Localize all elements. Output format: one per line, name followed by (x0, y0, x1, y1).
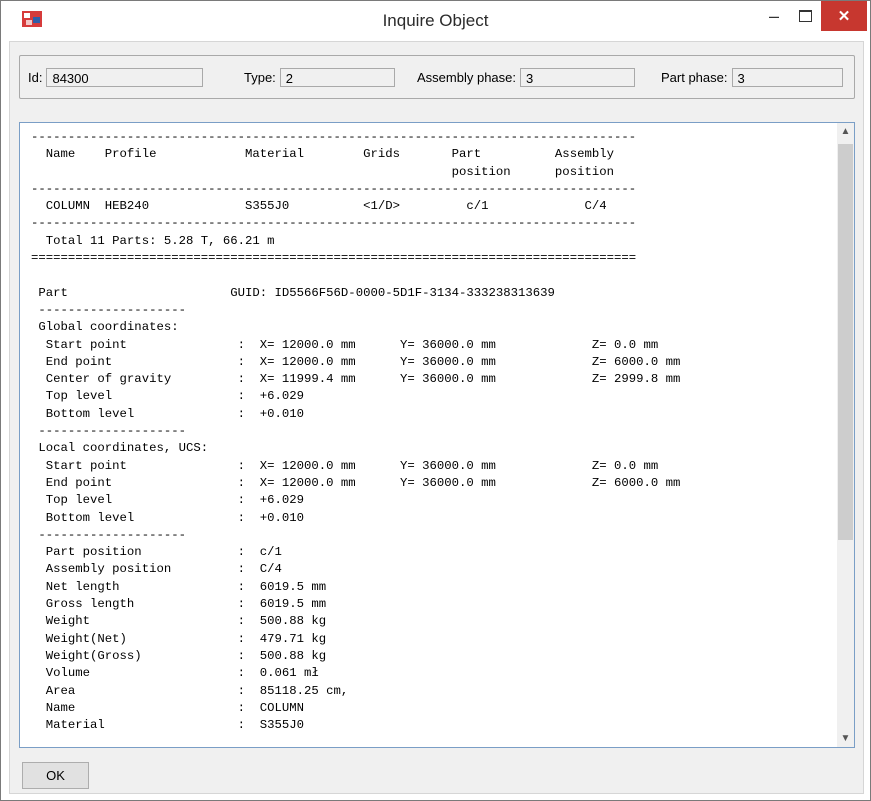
report-line: Part position : c/1 (31, 545, 282, 560)
maximize-icon (798, 10, 812, 22)
object-info-bar: Id: 84300 Type: 2 Assembly phase: 3 Part… (19, 55, 855, 99)
scrollbar-thumb[interactable] (838, 144, 853, 540)
report-line: Weight(Gross) : 500.88 kg (31, 648, 327, 663)
report-line: Volume : 0.061 mł (31, 666, 319, 681)
report-line: -------------------- (31, 302, 186, 317)
report-line: End point : X= 12000.0 mm Y= 36000.0 mm … (31, 354, 681, 369)
report-line: Net length : 6019.5 mm (31, 579, 327, 594)
vertical-scrollbar[interactable]: ▲ ▼ (837, 123, 854, 747)
report-line: Name : COLUMN (31, 700, 305, 715)
ok-button[interactable]: OK (22, 762, 89, 789)
part-phase-group: Part phase: 3 (661, 68, 843, 87)
report-line: Top level : +6.029 (31, 493, 305, 508)
dialog-body: Id: 84300 Type: 2 Assembly phase: 3 Part… (9, 41, 864, 794)
report-line: Top level : +6.029 (31, 389, 305, 404)
type-label: Type: (244, 70, 276, 85)
inquire-object-window: Inquire Object – ✕ Id: 84300 Type: 2 Ass… (0, 0, 871, 801)
report-line: Start point : X= 12000.0 mm Y= 36000.0 m… (31, 458, 659, 473)
close-button[interactable]: ✕ (821, 1, 867, 31)
report-panel[interactable]: -------------------- --------------------… (19, 122, 855, 748)
id-group: Id: 84300 (28, 68, 204, 87)
report-line: Start point : X= 12000.0 mm Y= 36000.0 m… (31, 337, 659, 352)
report-line: ----------------------------------------… (31, 130, 637, 144)
report-line: Name Profile Material Grids Part Assembl… (31, 147, 614, 162)
report-line: ----------------------------------------… (31, 181, 637, 196)
part-phase-field[interactable]: 3 (731, 68, 843, 87)
scroll-up-arrow-icon[interactable]: ▲ (837, 123, 854, 140)
assembly-phase-label: Assembly phase: (417, 70, 516, 85)
report-line: COLUMN HEB240 S355J0 <1/D> c/1 C/4 (31, 199, 607, 214)
scroll-down-arrow-icon[interactable]: ▼ (837, 730, 854, 747)
report-line: ========================================… (31, 251, 637, 266)
report-line: Global coordinates: (31, 320, 179, 335)
type-group: Type: 2 (244, 68, 395, 87)
report-line: ----------------------------------------… (31, 216, 637, 231)
report-line: Local coordinates, UCS: (31, 441, 209, 456)
report-line: position position (31, 164, 614, 179)
part-phase-label: Part phase: (661, 70, 728, 85)
report-line: Area : 85118.25 cm, (31, 683, 349, 698)
report-line: -------------------- (31, 424, 186, 439)
assembly-phase-group: Assembly phase: 3 (417, 68, 635, 87)
title-bar[interactable]: Inquire Object – ✕ (1, 1, 870, 41)
report-line: Gross length : 6019.5 mm (31, 597, 327, 612)
report-line: Center of gravity : X= 11999.4 mm Y= 360… (31, 372, 681, 387)
report-line: End point : X= 12000.0 mm Y= 36000.0 mm … (31, 475, 681, 490)
report-line: Total 11 Parts: 5.28 T, 66.21 m (31, 233, 275, 248)
report-line: Bottom level : +0.010 (31, 510, 305, 525)
report-line: Bottom level : +0.010 (31, 406, 305, 421)
id-label: Id: (28, 70, 43, 85)
report-line: Material : S355J0 (31, 718, 305, 733)
report-line: Weight : 500.88 kg (31, 614, 327, 629)
assembly-phase-field[interactable]: 3 (520, 68, 635, 87)
report-line: Weight(Net) : 479.71 kg (31, 631, 327, 646)
report-line: Assembly position : C/4 (31, 562, 282, 577)
report-line: -------------------- (31, 527, 186, 542)
minimize-button[interactable]: – (759, 1, 789, 31)
maximize-button[interactable] (790, 1, 820, 31)
type-field[interactable]: 2 (279, 68, 395, 87)
id-field[interactable]: 84300 (46, 68, 204, 87)
report-line: Part GUID: ID5566F56D-0000-5D1F-3134-333… (31, 285, 555, 300)
report-text: -------------------- --------------------… (31, 129, 839, 734)
window-title: Inquire Object (382, 11, 489, 30)
